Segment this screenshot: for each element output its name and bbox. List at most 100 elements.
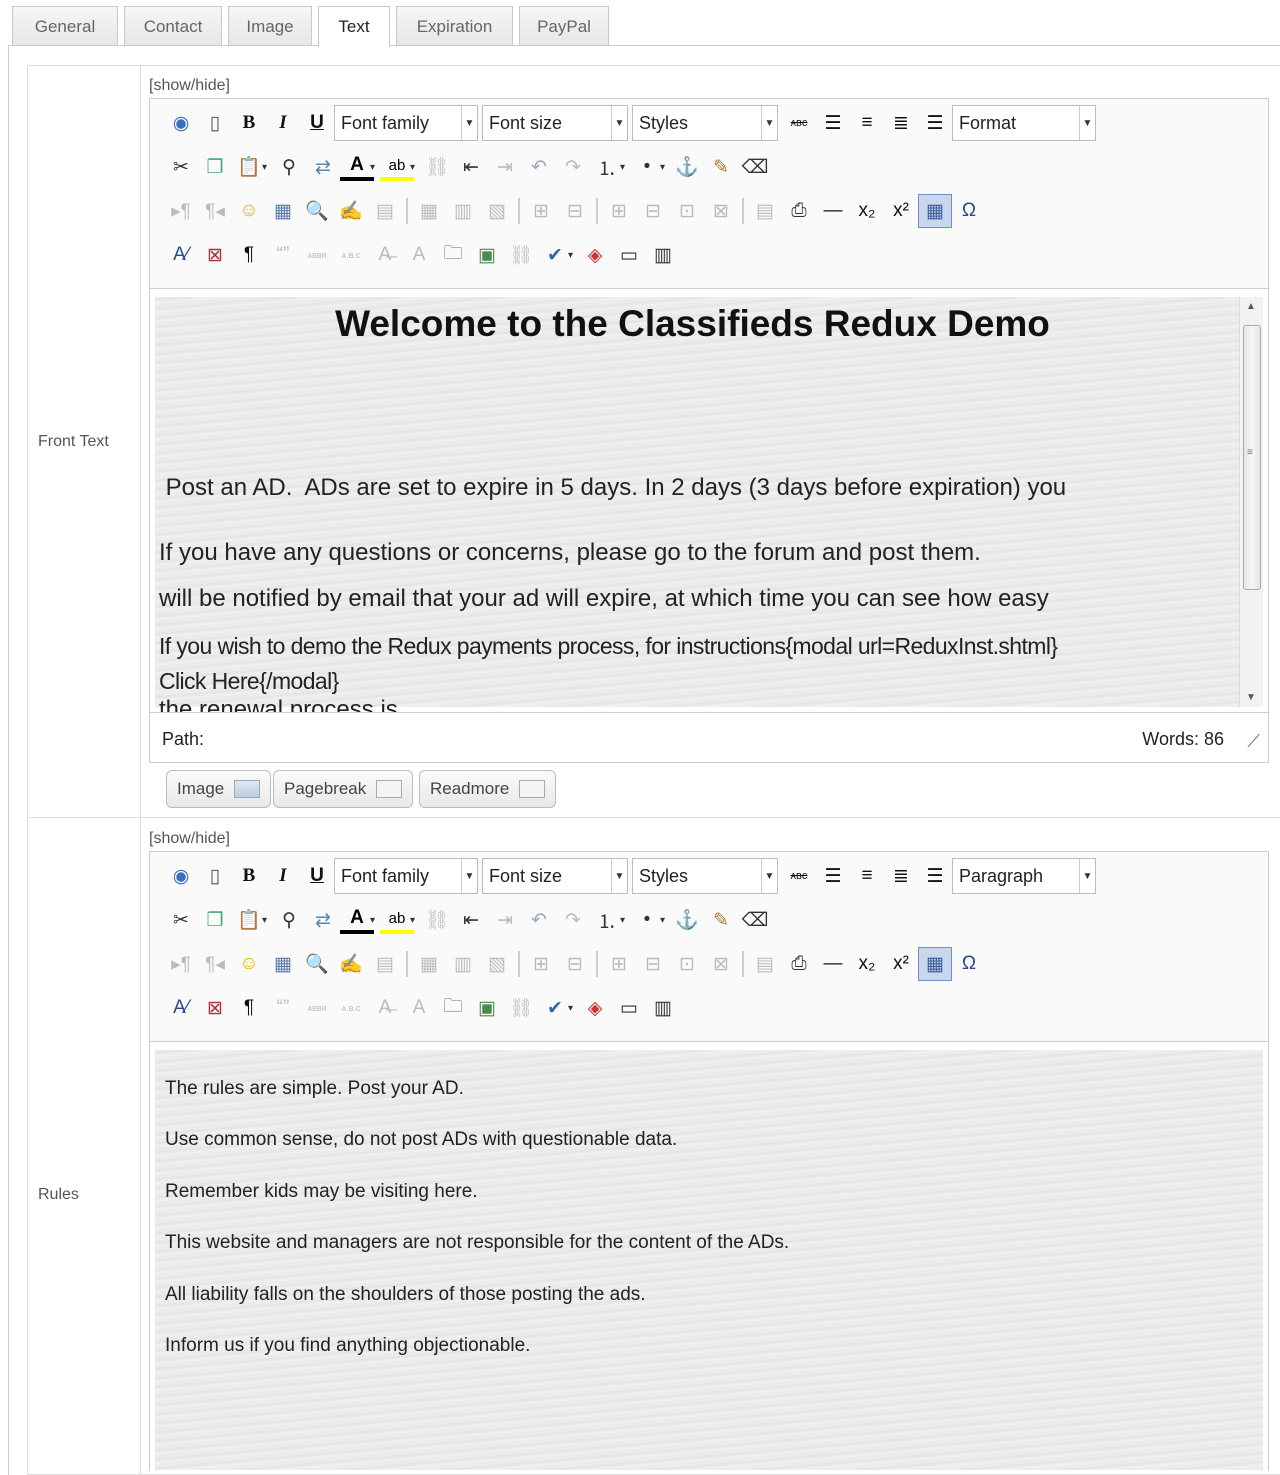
align-left-icon[interactable]: ≣: [884, 859, 918, 893]
image-manager-icon[interactable]: 🗀: [436, 238, 470, 272]
styleprops-icon[interactable]: A⁄: [164, 238, 198, 272]
print-icon[interactable]: ⎙: [782, 194, 816, 228]
content-scrollbar[interactable]: ▲ ≡ ▼: [1239, 297, 1263, 707]
cell-props-icon[interactable]: ▧: [480, 947, 514, 981]
delete-col-icon[interactable]: ⊟: [636, 947, 670, 981]
visual-aid-icon[interactable]: ▦: [918, 194, 952, 228]
html-source-icon[interactable]: ◈: [578, 991, 612, 1025]
row-props-icon[interactable]: ▥: [446, 194, 480, 228]
tab-paypal[interactable]: PayPal: [519, 6, 609, 46]
highlight-color-icon[interactable]: ab: [380, 906, 414, 934]
ordered-list-icon[interactable]: ⒈: [590, 903, 624, 937]
strikethrough-icon[interactable]: ᴀʙᴄ: [782, 106, 816, 140]
new-document-icon[interactable]: ▯: [198, 859, 232, 893]
text-color-icon[interactable]: A: [340, 153, 374, 181]
attribs-icon[interactable]: ▥: [646, 238, 680, 272]
fullscreen-icon[interactable]: ▭: [612, 991, 646, 1025]
align-center-icon[interactable]: ≡: [850, 859, 884, 893]
find-icon[interactable]: ⚲: [272, 903, 306, 937]
special-char-icon[interactable]: Ω: [952, 947, 986, 981]
edit-icon[interactable]: ✍: [334, 947, 368, 981]
bullet-list-icon[interactable]: •: [630, 150, 664, 184]
dropdown-arrow-icon[interactable]: ▾: [620, 915, 630, 926]
anchor-icon[interactable]: ⚓: [670, 903, 704, 937]
cut-icon[interactable]: ✂: [164, 903, 198, 937]
link-icon[interactable]: ⛓: [504, 238, 538, 272]
chevron-down-icon[interactable]: ▼: [461, 859, 477, 893]
dropdown-arrow-icon[interactable]: ▾: [262, 915, 272, 926]
format-select[interactable]: Format ▼: [952, 105, 1096, 141]
styleprops-icon[interactable]: A⁄: [164, 991, 198, 1025]
dropdown-arrow-icon[interactable]: ▾: [620, 162, 630, 173]
special-char-icon[interactable]: Ω: [952, 194, 986, 228]
redo-icon[interactable]: ↷: [556, 903, 590, 937]
insert-row-icon[interactable]: ⊞: [524, 947, 558, 981]
link-icon[interactable]: ⛓: [504, 991, 538, 1025]
chevron-down-icon[interactable]: ▼: [611, 106, 627, 140]
merge-cells-icon[interactable]: ⊡: [670, 947, 704, 981]
chevron-down-icon[interactable]: ▼: [1079, 106, 1095, 140]
italic-icon[interactable]: I: [266, 859, 300, 893]
abbr-icon[interactable]: ᴀʙʙʀ: [300, 991, 334, 1025]
align-right-icon[interactable]: ☰: [918, 859, 952, 893]
cleanup-icon[interactable]: ✎: [704, 903, 738, 937]
pagebreak-button[interactable]: Pagebreak: [273, 770, 414, 808]
table-icon[interactable]: ▦: [412, 947, 446, 981]
readmore-button[interactable]: Readmore: [419, 770, 557, 808]
delete-row-icon[interactable]: ⊟: [558, 947, 592, 981]
unlink-icon[interactable]: ⛓: [420, 903, 454, 937]
media-icon[interactable]: ▦: [266, 947, 300, 981]
scroll-up-icon[interactable]: ▲: [1246, 301, 1256, 312]
horizontal-rule-icon[interactable]: —: [816, 194, 850, 228]
dropdown-arrow-icon[interactable]: ▾: [568, 1003, 578, 1014]
subscript-icon[interactable]: x₂: [850, 194, 884, 228]
bullet-list-icon[interactable]: •: [630, 903, 664, 937]
dropdown-arrow-icon[interactable]: ▾: [262, 162, 272, 173]
spellcheck-icon[interactable]: ✔: [538, 238, 572, 272]
cite-icon[interactable]: “”: [266, 991, 300, 1025]
copy-icon[interactable]: ❐: [198, 150, 232, 184]
ins-icon[interactable]: A: [402, 238, 436, 272]
fullscreen-icon[interactable]: ▭: [612, 238, 646, 272]
del-icon[interactable]: A̶: [368, 238, 402, 272]
font-size-select[interactable]: Font size ▼: [482, 105, 628, 141]
merge-cells-icon[interactable]: ⊡: [670, 194, 704, 228]
attribs-icon[interactable]: ▥: [646, 991, 680, 1025]
print-icon[interactable]: ⎙: [782, 947, 816, 981]
show-hide-link[interactable]: [show/hide]: [149, 77, 230, 95]
redo-icon[interactable]: ↷: [556, 150, 590, 184]
acronym-icon[interactable]: ᴀ.ʙ.ᴄ: [334, 991, 368, 1025]
insert-col-icon[interactable]: ⊞: [602, 947, 636, 981]
tab-expiration[interactable]: Expiration: [396, 6, 513, 46]
editor-content[interactable]: The rules are simple. Post your AD. Use …: [155, 1050, 1263, 1470]
image-icon[interactable]: ▣: [470, 238, 504, 272]
eraser-icon[interactable]: ⌫: [738, 150, 772, 184]
ins-icon[interactable]: A: [402, 991, 436, 1025]
layer-icon[interactable]: ▤: [748, 194, 782, 228]
emoticon-icon[interactable]: ☺: [232, 194, 266, 228]
tab-contact[interactable]: Contact: [124, 6, 222, 46]
insert-file-icon[interactable]: ⊠: [198, 238, 232, 272]
outdent-icon[interactable]: ⇤: [454, 903, 488, 937]
undo-icon[interactable]: ↶: [522, 150, 556, 184]
superscript-icon[interactable]: x²: [884, 947, 918, 981]
editor-content[interactable]: Welcome to the Classifieds Redux Demo Po…: [155, 297, 1263, 723]
tab-text[interactable]: Text: [318, 6, 390, 47]
media-icon[interactable]: ▦: [266, 194, 300, 228]
show-blocks-icon[interactable]: ¶: [232, 991, 266, 1025]
styles-select[interactable]: Styles ▼: [632, 858, 778, 894]
template-icon[interactable]: ▤: [368, 947, 402, 981]
indent-icon[interactable]: ⇥: [488, 150, 522, 184]
justify-full-icon[interactable]: ☰: [816, 106, 850, 140]
replace-icon[interactable]: ⇄: [306, 903, 340, 937]
help-icon[interactable]: ◉: [164, 106, 198, 140]
edit-icon[interactable]: ✍: [334, 194, 368, 228]
dropdown-arrow-icon[interactable]: ▾: [410, 915, 420, 926]
unlink-icon[interactable]: ⛓: [420, 150, 454, 184]
justify-full-icon[interactable]: ☰: [816, 859, 850, 893]
image-icon[interactable]: ▣: [470, 991, 504, 1025]
split-cells-icon[interactable]: ⊠: [704, 947, 738, 981]
rtl-icon[interactable]: ¶◂: [198, 194, 232, 228]
ordered-list-icon[interactable]: ⒈: [590, 150, 624, 184]
chevron-down-icon[interactable]: ▼: [1079, 859, 1095, 893]
